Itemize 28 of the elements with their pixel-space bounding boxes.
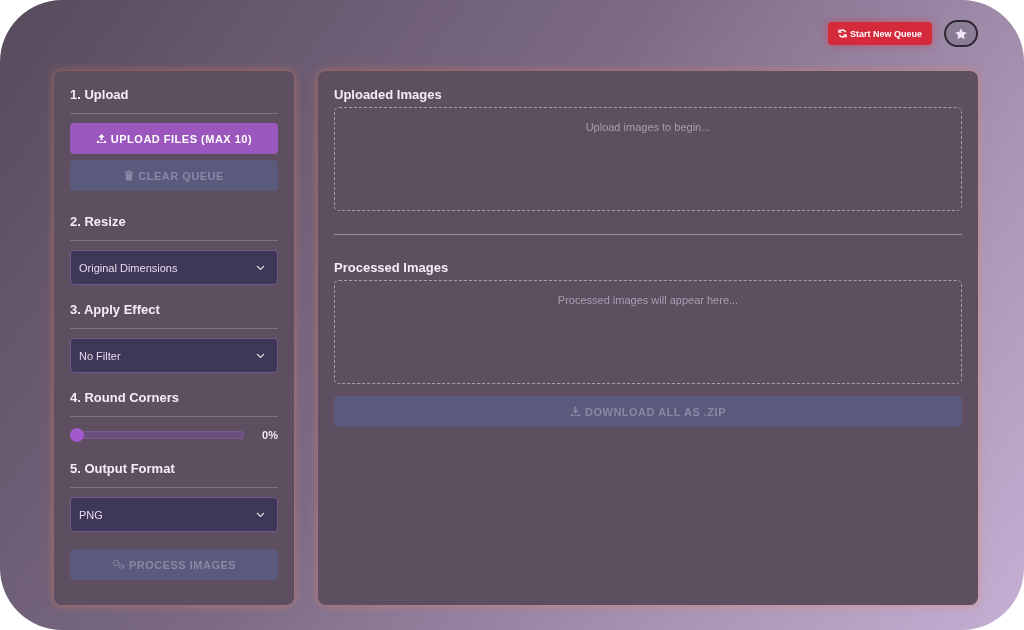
section-heading: 1. Upload	[70, 87, 130, 104]
refresh-icon	[837, 29, 847, 38]
upload-dropzone[interactable]: Upload images to begin...	[334, 107, 962, 211]
chevron-icon	[256, 511, 265, 518]
section-heading: 2. Resize	[70, 214, 127, 231]
dropdown[interactable]: No Filter	[70, 338, 278, 373]
section-heading: 5. Output Format	[70, 461, 176, 478]
section-heading: 4. Round Corners	[70, 390, 181, 407]
gears-icon	[111, 559, 125, 570]
section-heading: Processed Images	[334, 260, 450, 277]
favorite-button[interactable]	[944, 20, 978, 47]
chevron-icon	[256, 264, 265, 271]
empty-message: Upload images to begin...	[585, 121, 711, 134]
upload-button[interactable]: UPLOAD FILES (MAX 10)	[70, 123, 278, 154]
star-icon	[954, 26, 968, 41]
slider-handle[interactable]	[70, 428, 84, 442]
section-heading: 3. Apply Effect	[70, 302, 161, 319]
trash-icon	[124, 170, 135, 181]
start-new-queue-button[interactable]: Start New Queue	[827, 22, 932, 45]
slider[interactable]	[70, 428, 245, 442]
slider-value: 0%	[262, 429, 278, 441]
section-heading: Uploaded Images	[334, 87, 443, 104]
empty-message: Processed images will appear here...	[557, 294, 739, 307]
upload-icon	[95, 133, 107, 144]
chevron-icon	[256, 352, 265, 359]
dropdown[interactable]: PNG	[70, 497, 278, 532]
download-icon	[570, 406, 581, 417]
dropdown[interactable]: Original Dimensions	[70, 250, 278, 285]
